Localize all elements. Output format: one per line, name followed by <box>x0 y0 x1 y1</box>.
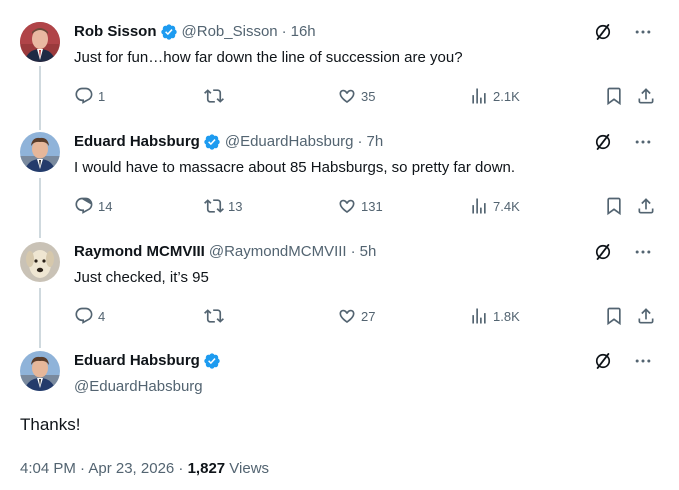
tweet-text: Just for fun…how far down the line of su… <box>74 49 463 66</box>
tweet-time[interactable]: 5h <box>360 242 377 262</box>
views-label: Views <box>225 460 270 477</box>
share-button[interactable] <box>636 305 656 327</box>
tweet-text: I would have to massacre about 85 Habsbu… <box>74 159 516 176</box>
share-button[interactable] <box>636 85 656 107</box>
thread-line <box>39 66 41 130</box>
tweet-timestamp[interactable]: 4:04 PM · Apr 23, 2026 · <box>20 460 188 477</box>
author-handle[interactable]: @RaymondMCMVIII <box>209 242 347 262</box>
action-bar: 14 13 131 7.4K <box>74 195 660 217</box>
tweet-text: Just checked, it’s 95 <box>74 269 209 286</box>
author-handle[interactable]: @Rob_Sisson <box>182 22 278 42</box>
bookmark-button[interactable] <box>604 195 624 217</box>
bookmark-icon <box>607 87 621 106</box>
retweet-icon <box>204 89 224 103</box>
like-count: 131 <box>361 198 383 214</box>
separator: · <box>350 243 356 260</box>
like-button[interactable]: 27 <box>337 305 375 327</box>
avatar[interactable] <box>20 242 60 282</box>
bookmark-button[interactable] <box>604 305 624 327</box>
grok-icon[interactable] <box>593 242 613 262</box>
reply-count: 4 <box>98 308 106 324</box>
share-button[interactable] <box>636 195 656 217</box>
views-button[interactable]: 2.1K <box>469 85 520 107</box>
tweet-time[interactable]: 7h <box>367 132 384 152</box>
views-count: 1.8K <box>493 308 520 324</box>
action-bar: 1 35 2.1K <box>74 85 660 107</box>
like-icon <box>339 89 355 104</box>
bookmark-button[interactable] <box>604 85 624 107</box>
like-icon <box>339 309 355 324</box>
retweet-icon <box>204 199 224 213</box>
tweet-header: Eduard Habsburg <box>74 351 221 371</box>
views-icon <box>472 88 486 104</box>
bookmark-icon <box>607 197 621 216</box>
retweet-icon <box>204 309 224 323</box>
like-count: 35 <box>361 88 376 104</box>
tweet-header: Raymond MCMVIII @RaymondMCMVIII · 5h <box>74 242 376 262</box>
views-button[interactable]: 7.4K <box>469 195 520 217</box>
verified-badge-icon <box>160 24 177 40</box>
bookmark-icon <box>607 307 621 326</box>
reply-icon <box>75 307 93 324</box>
retweet-button[interactable] <box>204 305 228 327</box>
separator: · <box>357 133 363 150</box>
thread-line <box>39 178 41 238</box>
avatar[interactable] <box>20 351 60 391</box>
retweet-button[interactable]: 13 <box>204 195 242 217</box>
share-icon <box>638 88 654 104</box>
reply-icon <box>75 197 93 214</box>
like-button[interactable]: 131 <box>337 195 383 217</box>
avatar[interactable] <box>20 22 60 62</box>
reply-button[interactable]: 1 <box>74 85 105 107</box>
tweet-time[interactable]: 16h <box>291 22 316 42</box>
action-bar: 4 27 1.8K <box>74 305 660 327</box>
share-icon <box>638 308 654 324</box>
more-icon[interactable] <box>633 242 653 262</box>
views-icon <box>472 198 486 214</box>
author-name[interactable]: Eduard Habsburg <box>74 351 200 371</box>
reply-button[interactable]: 4 <box>74 305 105 327</box>
author-name[interactable]: Raymond MCMVIII <box>74 242 205 262</box>
grok-icon[interactable] <box>593 132 613 152</box>
author-handle[interactable]: @EduardHabsburg <box>74 377 203 397</box>
reply-button[interactable]: 14 <box>74 195 112 217</box>
grok-icon[interactable] <box>593 351 613 371</box>
like-icon <box>339 199 355 214</box>
views-count: 7.4K <box>493 198 520 214</box>
reply-icon <box>75 87 93 104</box>
author-name[interactable]: Eduard Habsburg <box>74 132 200 152</box>
retweet-count: 13 <box>228 198 243 214</box>
share-icon <box>638 198 654 214</box>
like-count: 27 <box>361 308 376 324</box>
tweet-meta: 4:04 PM · Apr 23, 2026 · 1,827 Views <box>20 459 269 479</box>
grok-icon[interactable] <box>593 22 613 42</box>
verified-badge-icon <box>204 134 220 150</box>
more-icon[interactable] <box>633 351 653 371</box>
views-button[interactable]: 1.8K <box>469 305 520 327</box>
reply-count: 14 <box>98 198 113 214</box>
views-count: 2.1K <box>493 88 520 104</box>
views-count: 1,827 <box>187 460 226 477</box>
reply-count: 1 <box>98 88 106 104</box>
more-icon[interactable] <box>633 132 653 152</box>
separator: · <box>281 23 287 40</box>
like-button[interactable]: 35 <box>337 85 375 107</box>
retweet-button[interactable] <box>204 85 228 107</box>
thread-line <box>39 288 41 348</box>
avatar[interactable] <box>20 132 60 172</box>
author-name[interactable]: Rob Sisson <box>74 22 157 42</box>
author-handle[interactable]: @EduardHabsburg <box>225 132 354 152</box>
tweet-header: Rob Sisson @Rob_Sisson · 16h <box>74 22 316 42</box>
views-icon <box>472 308 486 324</box>
more-icon[interactable] <box>633 22 653 42</box>
tweet-header: Eduard Habsburg @EduardHabsburg · 7h <box>74 132 383 152</box>
main-tweet-text: Thanks! <box>20 415 81 434</box>
verified-badge-icon <box>204 353 220 369</box>
